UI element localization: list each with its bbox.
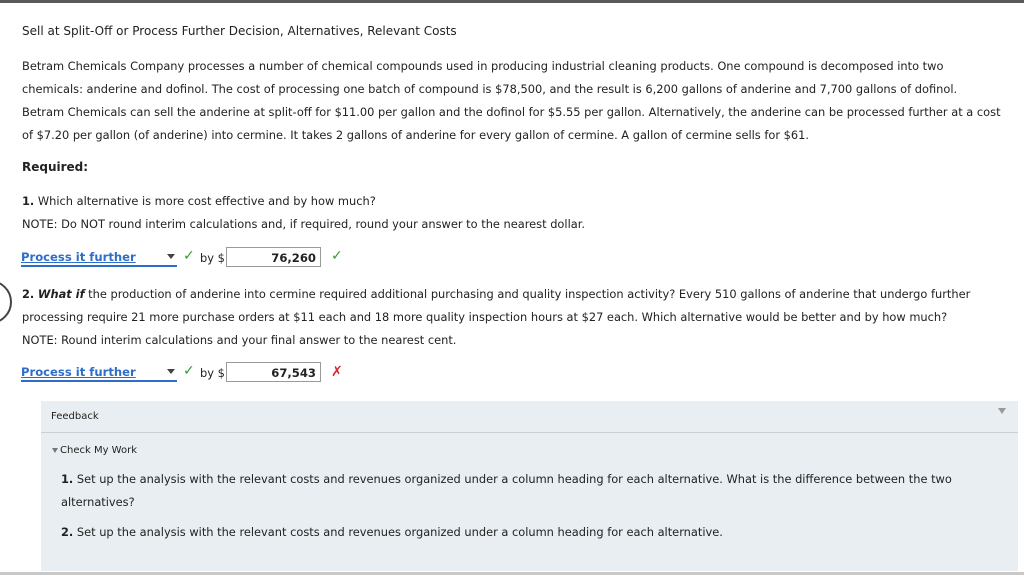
feedback-item-1-line-2: alternatives?	[61, 495, 135, 509]
dropdown-arrow-icon[interactable]	[167, 254, 175, 259]
feedback-divider	[41, 432, 1018, 433]
question-2: 2. What if the production of anderine in…	[22, 283, 1012, 352]
feedback-item-2: 2. Set up the analysis with the relevant…	[61, 525, 723, 539]
checkmark-icon: ✓	[183, 248, 195, 264]
dropdown-arrow-icon[interactable]	[167, 369, 175, 374]
feedback-title: Feedback	[51, 411, 99, 422]
question-1-number: 1.	[22, 194, 35, 208]
left-circle-decoration	[0, 280, 12, 324]
top-border	[0, 0, 1024, 3]
question-1-text: Which alternative is more cost effective…	[37, 194, 376, 208]
question-2-line-2: processing require 21 more purchase orde…	[22, 310, 948, 324]
problem-line-2: chemicals: anderine and dofinol. The cos…	[22, 82, 958, 96]
by-label: by $	[200, 251, 225, 265]
feedback-item-1-text: Set up the analysis with the relevant co…	[76, 472, 952, 486]
feedback-item-1-line-1: 1. Set up the analysis with the relevant…	[61, 468, 1001, 491]
problem-line-3: Betram Chemicals can sell the anderine a…	[22, 105, 1001, 119]
collapse-triangle-icon[interactable]	[998, 408, 1006, 414]
problem-line-4: of $7.20 per gallon (of anderine) into c…	[22, 128, 810, 142]
problem-line-1: Betram Chemicals Company processes a num…	[22, 59, 944, 73]
feedback-panel: Feedback Check My Work 1. Set up the ana…	[41, 401, 1018, 571]
alternative-select-1[interactable]: Process it further	[21, 249, 177, 267]
feedback-item-2-number: 2.	[61, 525, 74, 539]
expand-arrow-icon[interactable]	[52, 448, 58, 453]
page-title: Sell at Split-Off or Process Further Dec…	[22, 24, 457, 38]
answer-row-1: Process it further ✓ by $ 76,260 ✓	[21, 247, 421, 271]
amount-input-1[interactable]: 76,260	[226, 247, 321, 267]
alternative-select-2[interactable]: Process it further	[21, 364, 177, 382]
question-2-whatif: What if	[37, 287, 85, 301]
problem-statement: Betram Chemicals Company processes a num…	[22, 55, 1022, 147]
question-2-line-1: 2. What if the production of anderine in…	[22, 283, 1012, 306]
feedback-item-2-text: Set up the analysis with the relevant co…	[76, 525, 723, 539]
question-1-note: NOTE: Do NOT round interim calculations …	[22, 217, 585, 231]
required-label: Required:	[22, 160, 89, 174]
check-my-work-label[interactable]: Check My Work	[60, 445, 137, 456]
feedback-item-1: 1. Set up the analysis with the relevant…	[61, 468, 1001, 514]
feedback-item-1-number: 1.	[61, 472, 74, 486]
checkmark-icon: ✓	[183, 363, 195, 379]
x-mark-icon: ✗	[331, 364, 343, 380]
question-1: 1. Which alternative is more cost effect…	[22, 194, 376, 208]
question-2-note: NOTE: Round interim calculations and you…	[22, 333, 457, 347]
question-2-text-1: the production of anderine into cermine …	[88, 287, 971, 301]
amount-input-2[interactable]: 67,543	[226, 362, 321, 382]
by-label: by $	[200, 366, 225, 380]
answer-row-2: Process it further ✓ by $ 67,543 ✗	[21, 362, 421, 386]
checkmark-icon: ✓	[331, 248, 343, 264]
question-2-number: 2.	[22, 287, 35, 301]
